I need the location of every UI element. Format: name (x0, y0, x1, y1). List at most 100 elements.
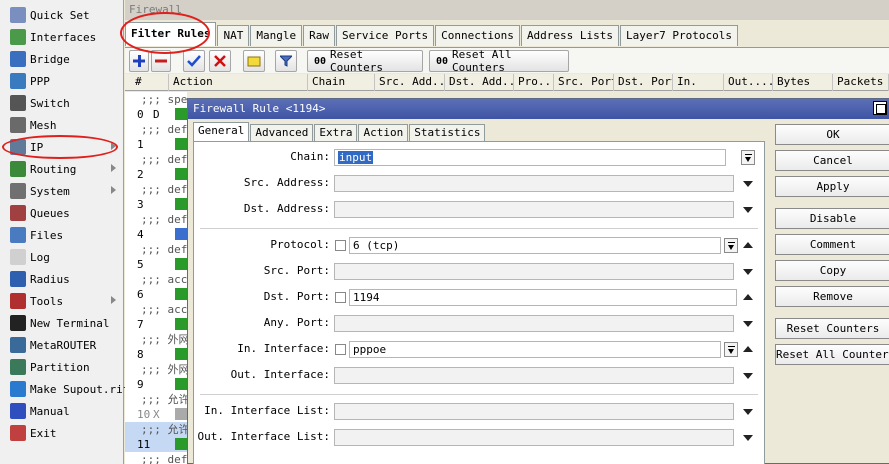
table-row[interactable]: 5 (125, 257, 187, 272)
src-port-field[interactable] (334, 263, 734, 280)
copy-button[interactable]: Copy (775, 260, 889, 281)
tab-action[interactable]: Action (358, 124, 409, 142)
dst-port-negate-checkbox[interactable] (335, 292, 346, 303)
column-header[interactable]: Bytes (773, 74, 833, 91)
out-interface-list-expand-icon[interactable] (743, 435, 753, 441)
table-row[interactable]: ;;; def (125, 152, 187, 167)
table-row[interactable]: 0D (125, 107, 187, 122)
table-row[interactable]: 10 X (125, 407, 187, 422)
reset-counters-button[interactable]: 00 Reset Counters (307, 48, 423, 74)
protocol-field[interactable]: 6 (tcp) (349, 237, 721, 254)
table-row[interactable]: ;;; spe (125, 92, 187, 107)
out-interface-expand-icon[interactable] (743, 373, 753, 379)
sidebar-item-log[interactable]: Log (0, 246, 124, 268)
tab-layer7-protocols[interactable]: Layer7 Protocols (620, 25, 738, 46)
table-row[interactable]: ;;; 允许 (125, 422, 187, 437)
in-interface-field[interactable]: pppoe (349, 341, 721, 358)
disable-button[interactable]: Disable (775, 208, 889, 229)
reset-all-counters-button[interactable]: 00 Reset All Counters (429, 48, 569, 74)
in-interface-list-expand-icon[interactable] (743, 409, 753, 415)
table-row[interactable]: 11 (125, 437, 187, 452)
sidebar-item-exit[interactable]: Exit (0, 422, 124, 444)
table-row[interactable]: ;;; def (125, 122, 187, 137)
table-row[interactable]: ;;; 允许 (125, 392, 187, 407)
chain-dropdown-button[interactable] (741, 150, 755, 165)
tab-raw[interactable]: Raw (303, 25, 335, 46)
protocol-dropdown-button[interactable] (724, 238, 738, 253)
dst-port-collapse-icon[interactable] (743, 294, 753, 300)
cancel-button[interactable]: Cancel (775, 150, 889, 171)
table-row[interactable]: ;;; acc (125, 302, 187, 317)
reset-counters-button[interactable]: Reset Counters (775, 318, 889, 339)
src-port-expand-icon[interactable] (743, 269, 753, 275)
dst-address-field[interactable] (334, 201, 734, 218)
sidebar-item-queues[interactable]: Queues (0, 202, 124, 224)
sidebar-item-new-terminal[interactable]: New Terminal (0, 312, 124, 334)
column-header[interactable]: Src. Port (554, 74, 614, 91)
src-address-expand-icon[interactable] (743, 181, 753, 187)
tab-nat[interactable]: NAT (217, 25, 250, 46)
comment-button[interactable]: Comment (775, 234, 889, 255)
remove-button[interactable]: Remove (775, 286, 889, 307)
column-header[interactable]: In. (673, 74, 724, 91)
out-interface-list-field[interactable] (334, 429, 734, 446)
sidebar-item-ppp[interactable]: PPP (0, 70, 124, 92)
table-row[interactable]: 3 (125, 197, 187, 212)
sidebar-item-manual[interactable]: Manual (0, 400, 124, 422)
tab-connections[interactable]: Connections (435, 25, 520, 46)
protocol-collapse-icon[interactable] (743, 242, 753, 248)
column-header[interactable]: Dst. Port (614, 74, 673, 91)
sidebar-item-ip[interactable]: IP (0, 136, 124, 158)
column-header[interactable]: Action (169, 74, 308, 91)
remove-button[interactable] (151, 50, 171, 72)
table-row[interactable]: ;;; def (125, 182, 187, 197)
table-row[interactable]: 4 (125, 227, 187, 242)
sidebar-item-tools[interactable]: Tools (0, 290, 124, 312)
column-header[interactable]: Dst. Add... (445, 74, 514, 91)
sidebar-item-interfaces[interactable]: Interfaces (0, 26, 124, 48)
enable-button[interactable] (183, 50, 205, 72)
dialog-maximize-icon[interactable] (873, 101, 887, 115)
reset-all-counters-button[interactable]: Reset All Counters (775, 344, 889, 365)
table-row[interactable]: 2 (125, 167, 187, 182)
tab-statistics[interactable]: Statistics (409, 124, 486, 142)
sidebar-item-routing[interactable]: Routing (0, 158, 124, 180)
sidebar-item-bridge[interactable]: Bridge (0, 48, 124, 70)
tab-address-lists[interactable]: Address Lists (520, 25, 620, 46)
sidebar-item-switch[interactable]: Switch (0, 92, 124, 114)
apply-button[interactable]: Apply (775, 176, 889, 197)
table-row[interactable]: ;;; def (125, 452, 187, 464)
sidebar-item-metarouter[interactable]: MetaROUTER (0, 334, 124, 356)
table-row[interactable]: ;;; def (125, 212, 187, 227)
tab-filter-rules[interactable]: Filter Rules (125, 22, 217, 46)
chain-field[interactable]: input (334, 149, 726, 166)
column-header[interactable]: Pro... (514, 74, 554, 91)
tab-general[interactable]: General (193, 122, 250, 142)
filter-button[interactable] (275, 50, 297, 72)
sidebar-item-files[interactable]: Files (0, 224, 124, 246)
table-row[interactable]: ;;; acc (125, 272, 187, 287)
dst-port-field[interactable]: 1194 (349, 289, 737, 306)
sidebar-item-system[interactable]: System (0, 180, 124, 202)
table-row[interactable]: 9 (125, 377, 187, 392)
column-header[interactable]: Chain (308, 74, 375, 91)
table-row[interactable]: 1 (125, 137, 187, 152)
table-row[interactable]: 7 (125, 317, 187, 332)
comment-button[interactable] (243, 50, 265, 72)
out-interface-field[interactable] (334, 367, 734, 384)
table-row[interactable]: 8 (125, 347, 187, 362)
sidebar-item-partition[interactable]: Partition (0, 356, 124, 378)
tab-extra[interactable]: Extra (314, 124, 358, 142)
table-row[interactable]: ;;; 外网 (125, 332, 187, 347)
sidebar-item-radius[interactable]: Radius (0, 268, 124, 290)
table-row[interactable]: 6 (125, 287, 187, 302)
any-port-field[interactable] (334, 315, 734, 332)
in-interface-negate-checkbox[interactable] (335, 344, 346, 355)
column-header[interactable]: Src. Add... (375, 74, 445, 91)
dst-address-expand-icon[interactable] (743, 207, 753, 213)
tab-mangle[interactable]: Mangle (250, 25, 303, 46)
sidebar-item-mesh[interactable]: Mesh (0, 114, 124, 136)
column-header[interactable]: Packets (833, 74, 889, 91)
ok-button[interactable]: OK (775, 124, 889, 145)
in-interface-list-field[interactable] (334, 403, 734, 420)
